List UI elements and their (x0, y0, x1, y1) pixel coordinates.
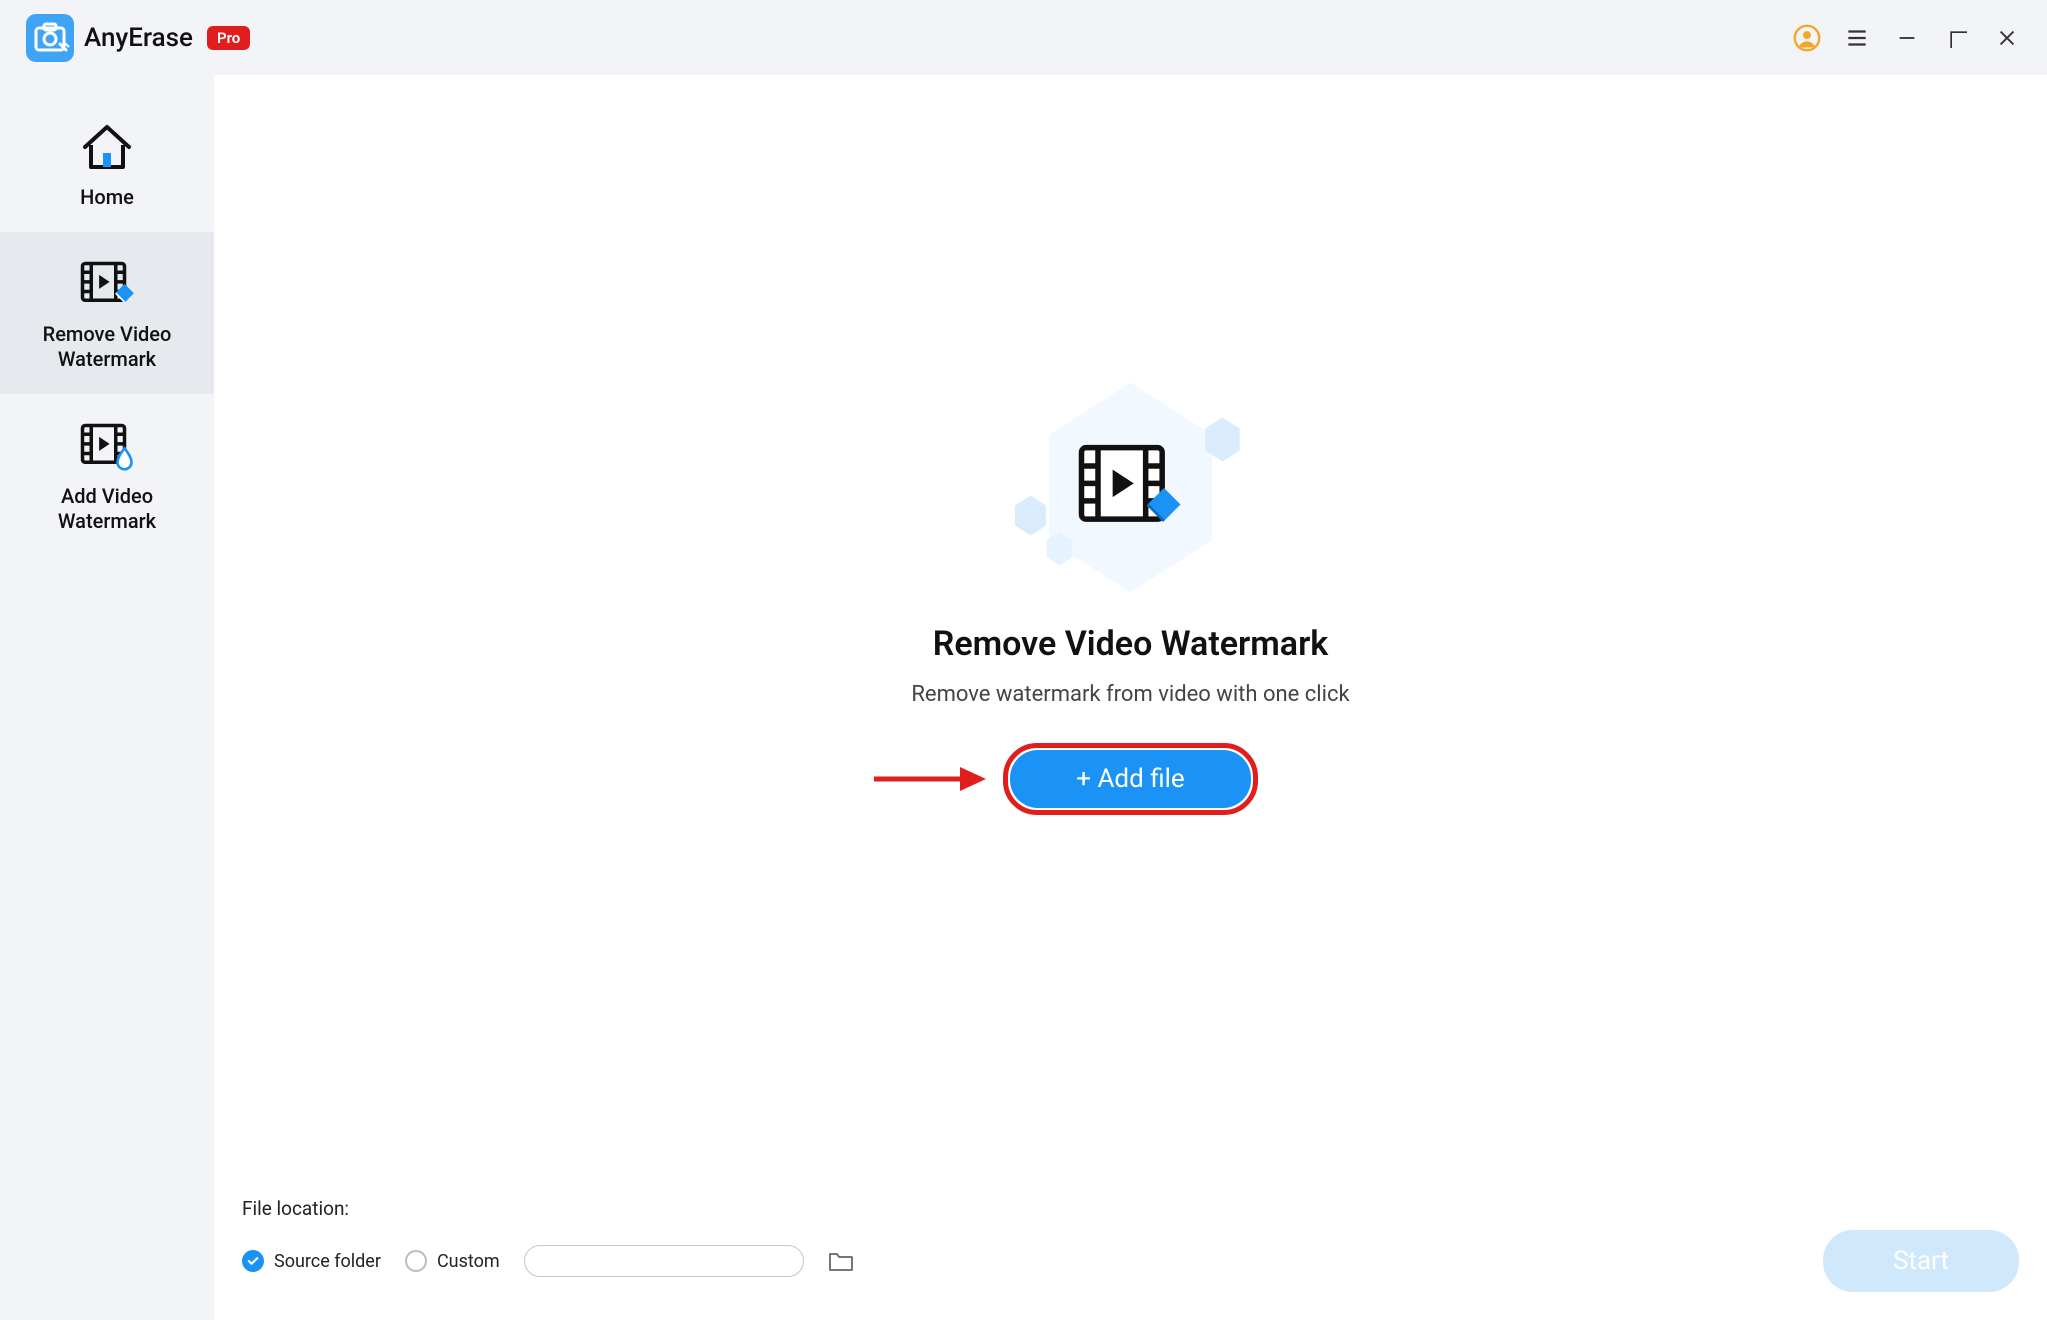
add-file-button[interactable]: + Add file (1010, 750, 1250, 808)
video-eraser-large-icon (1076, 442, 1186, 534)
sidebar-item-label: Remove Video Watermark (10, 322, 204, 372)
start-button[interactable]: Start (1823, 1230, 2019, 1292)
sidebar-item-home[interactable]: Home (0, 95, 214, 232)
sidebar-item-label: Home (80, 185, 134, 210)
bottom-bar: File location: Source folder Custom Star (214, 1197, 2047, 1320)
sidebar-item-remove-watermark[interactable]: Remove Video Watermark (0, 232, 214, 394)
radio-custom[interactable]: Custom (405, 1250, 500, 1272)
hero-title: Remove Video Watermark (933, 624, 1329, 664)
file-location-label: File location: (242, 1197, 2019, 1220)
app-name: AnyErase (84, 23, 193, 53)
radio-label: Custom (437, 1251, 500, 1272)
sidebar-item-label: Add Video Watermark (10, 484, 204, 534)
radio-checked-icon (242, 1250, 264, 1272)
body: Home Remove Video W (0, 75, 2047, 1320)
sidebar-item-add-watermark[interactable]: Add Video Watermark (0, 394, 214, 556)
hero: Remove Video Watermark Remove watermark … (214, 35, 2047, 1157)
browse-folder-button[interactable] (828, 1250, 854, 1272)
hero-subtitle: Remove watermark from video with one cli… (911, 682, 1349, 707)
hero-graphic (1001, 378, 1261, 598)
hexagon-decor (1013, 496, 1049, 536)
app-logo-icon (26, 14, 74, 62)
main: Remove Video Watermark Remove watermark … (214, 75, 2047, 1320)
sidebar: Home Remove Video W (0, 75, 214, 1320)
add-file-highlight: + Add file (1003, 743, 1257, 815)
bottom-row: Source folder Custom Start (242, 1230, 2019, 1292)
annotation-arrow-icon (870, 759, 990, 799)
home-icon (79, 119, 135, 175)
custom-path-input[interactable] (524, 1245, 804, 1277)
radio-label: Source folder (274, 1251, 381, 1272)
radio-source-folder[interactable]: Source folder (242, 1250, 381, 1272)
radio-unchecked-icon (405, 1250, 427, 1272)
video-eraser-icon (79, 256, 135, 312)
video-droplet-icon (79, 418, 135, 474)
